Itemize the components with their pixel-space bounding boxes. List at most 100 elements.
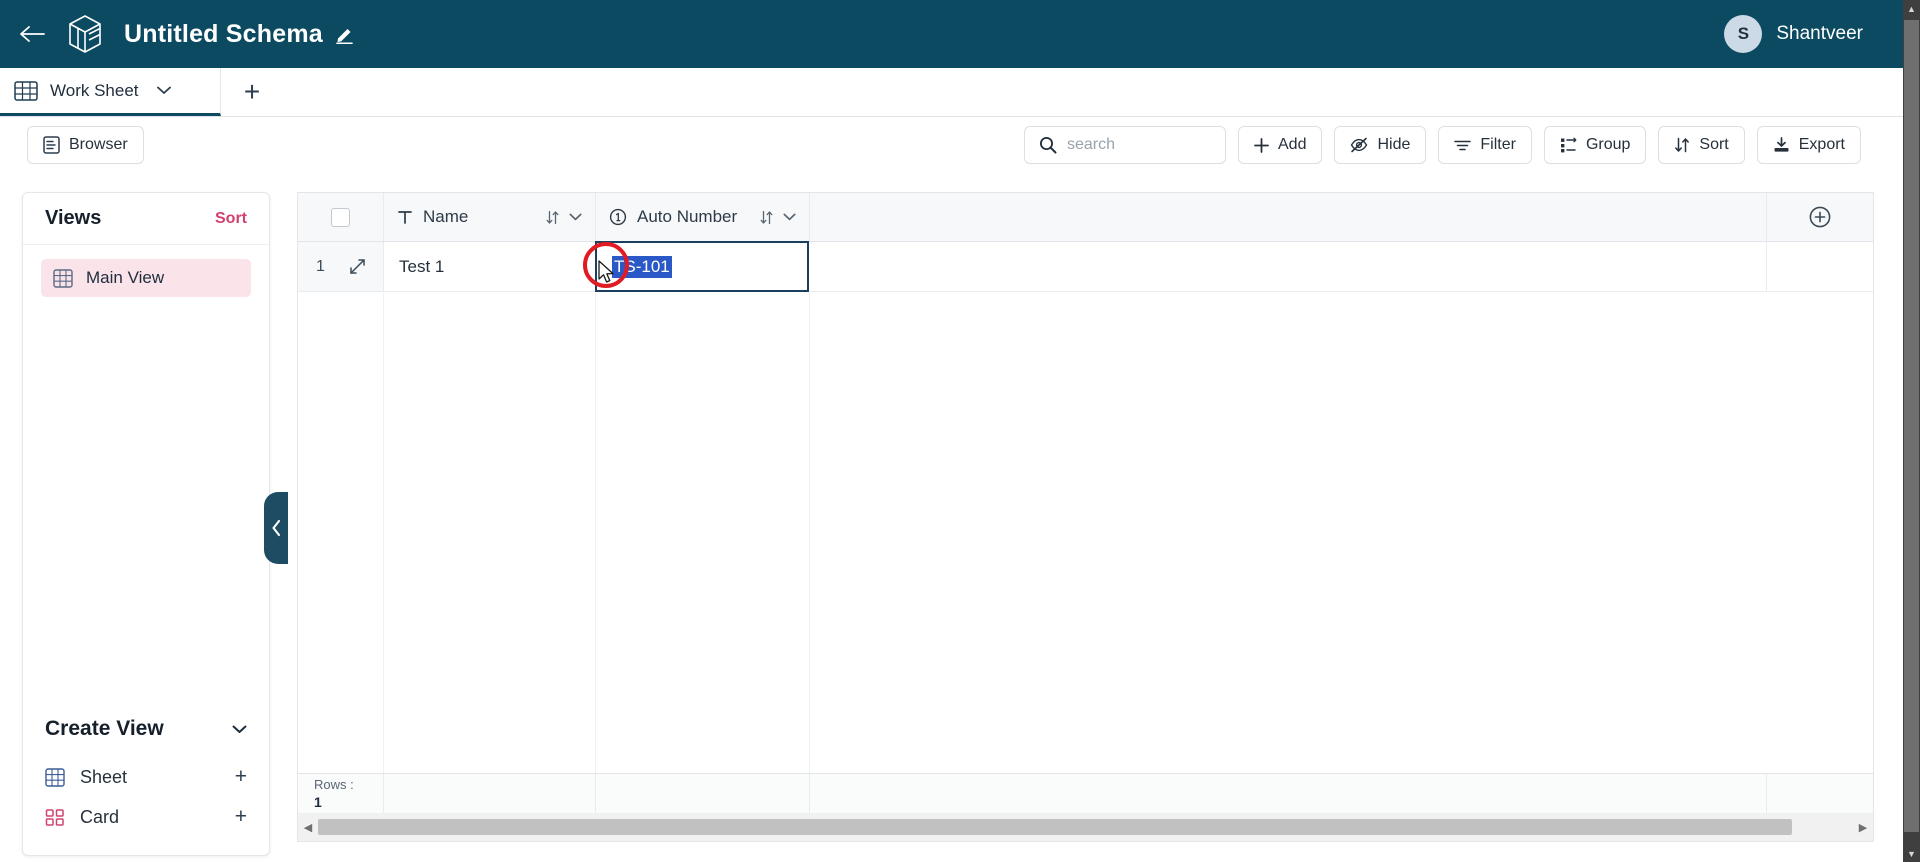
row-number-cell: 1 [298, 242, 384, 291]
table-row[interactable]: 1 Test 1 TS-101 [298, 241, 1873, 292]
add-button-label: Add [1278, 136, 1307, 153]
sort-arrows-icon[interactable] [545, 210, 560, 225]
page-scroll-thumb[interactable] [1904, 20, 1919, 832]
export-button-label: Export [1798, 136, 1845, 153]
add-field-button[interactable] [1767, 193, 1873, 241]
views-sort-link[interactable]: Sort [215, 210, 247, 228]
text-type-icon [397, 209, 413, 225]
create-view-title: Create View [45, 717, 164, 740]
create-view-card-label: Card [80, 806, 120, 827]
search-input[interactable] [1067, 136, 1207, 154]
search-box[interactable] [1024, 126, 1226, 164]
pencil-icon[interactable] [335, 24, 355, 44]
browser-button-label: Browser [69, 136, 128, 153]
chevron-down-icon[interactable] [569, 213, 582, 221]
tab-label: Work Sheet [50, 80, 139, 100]
horizontal-scrollbar[interactable]: ◀ ▶ [298, 813, 1873, 841]
scroll-left-arrow[interactable]: ◀ [298, 821, 318, 834]
table-icon [14, 80, 38, 102]
page-scroll-up-arrow[interactable]: ▲ [1903, 0, 1920, 17]
page-title: Untitled Schema [124, 20, 355, 49]
cube-logo-icon [62, 11, 108, 57]
add-tab-button[interactable]: + [221, 68, 283, 116]
plus-icon [1254, 137, 1269, 153]
sort-button-label: Sort [1699, 136, 1729, 153]
grid-body-col-auto-number [596, 293, 810, 773]
user-menu[interactable]: S Shantveer [1724, 0, 1863, 68]
group-icon [1560, 137, 1577, 153]
scroll-right-arrow[interactable]: ▶ [1853, 821, 1873, 834]
hide-button[interactable]: Hide [1334, 126, 1427, 164]
row-number: 1 [316, 257, 325, 275]
avatar: S [1724, 15, 1763, 53]
add-button[interactable]: Add [1238, 126, 1323, 164]
cell-name[interactable]: Test 1 [384, 242, 596, 291]
group-button[interactable]: Group [1543, 126, 1647, 164]
tab-work-sheet[interactable]: Work Sheet [0, 68, 221, 116]
sidebar-item-label: Main View [86, 268, 165, 287]
grid-icon [53, 268, 73, 288]
views-sidebar: Views Sort Main View Create View Sheet + [22, 192, 270, 856]
footer-cell-auto-number [596, 774, 810, 813]
create-view-sheet[interactable]: Sheet + [23, 757, 269, 797]
column-header-name[interactable]: Name [384, 193, 596, 241]
grid-body-col-name [384, 293, 596, 773]
search-icon [1039, 136, 1057, 154]
add-sheet-view-button[interactable]: + [235, 765, 247, 789]
column-header-auto-number[interactable]: Auto Number [596, 193, 810, 241]
page-scrollbar[interactable]: ▲ ▼ [1903, 0, 1920, 862]
column-header-name-label: Name [423, 207, 469, 226]
grid-empty-body [298, 293, 1873, 773]
create-view-sheet-label: Sheet [80, 766, 128, 787]
horizontal-scroll-track[interactable] [318, 819, 1853, 835]
filter-button[interactable]: Filter [1438, 126, 1532, 164]
page-scroll-down-arrow[interactable]: ▼ [1903, 845, 1920, 862]
user-name: Shantveer [1776, 23, 1863, 44]
hide-button-label: Hide [1377, 136, 1411, 153]
rows-summary: Rows : 1 [298, 774, 384, 813]
row-filler-cell [809, 242, 1767, 291]
eye-off-icon [1350, 137, 1368, 153]
sort-arrows-icon[interactable] [759, 210, 774, 225]
cards-icon [45, 808, 65, 827]
grid-header-row: Name Auto Number [298, 192, 1873, 242]
chevron-left-icon [271, 519, 282, 537]
create-view-card[interactable]: Card + [23, 797, 269, 837]
export-button[interactable]: Export [1756, 126, 1861, 164]
column-auto-number-controls[interactable] [759, 210, 796, 225]
select-all-checkbox[interactable] [331, 207, 350, 227]
schema-title-text: Untitled Schema [124, 19, 323, 48]
expand-icon[interactable] [349, 258, 366, 275]
grid-body-col-rownum [298, 293, 384, 773]
sort-arrows-icon [1674, 137, 1690, 153]
grid-icon [45, 767, 65, 787]
views-title: Views [45, 207, 102, 229]
filter-button-label: Filter [1480, 136, 1516, 153]
chevron-down-icon[interactable] [783, 213, 796, 221]
views-header: Views Sort [23, 193, 269, 245]
create-view-header[interactable]: Create View [23, 701, 269, 757]
horizontal-scroll-thumb[interactable] [318, 819, 1792, 835]
rows-count: 1 [314, 793, 322, 810]
footer-cell-end [1767, 774, 1873, 813]
toolbar: Browser Add Hide [0, 118, 1903, 172]
back-arrow-icon[interactable] [12, 14, 52, 54]
column-header-auto-number-label: Auto Number [637, 207, 738, 226]
footer-cell-filler [810, 774, 1767, 813]
sort-button[interactable]: Sort [1658, 126, 1745, 164]
sidebar-collapse-handle[interactable] [264, 492, 288, 564]
plus-circle-icon [1808, 205, 1832, 229]
add-card-view-button[interactable]: + [235, 805, 247, 829]
chevron-down-icon[interactable] [156, 86, 171, 95]
column-name-controls[interactable] [545, 210, 582, 225]
cell-auto-number[interactable]: TS-101 [595, 241, 809, 292]
data-grid: Name Auto Number 1 Test 1 TS-101 Rows: … [297, 192, 1874, 842]
browser-button[interactable]: Browser [27, 126, 144, 164]
group-button-label: Group [1585, 136, 1631, 153]
footer-cell-name [384, 774, 596, 813]
sidebar-item-main-view[interactable]: Main View [41, 259, 251, 297]
filter-icon [1454, 139, 1472, 152]
download-icon [1773, 137, 1790, 153]
chevron-down-icon[interactable] [232, 725, 247, 734]
cell-auto-number-value: TS-101 [612, 255, 672, 278]
